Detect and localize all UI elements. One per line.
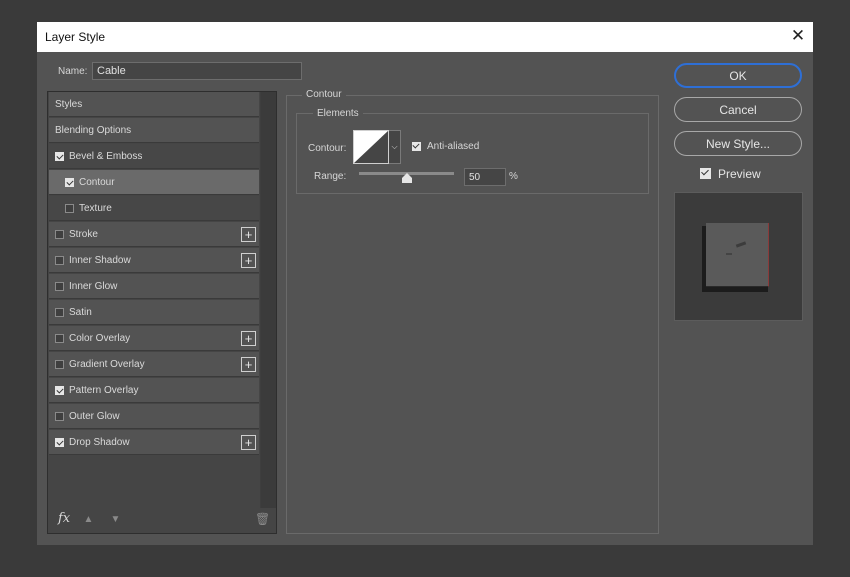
style-item-color-overlay[interactable]: Color Overlay + [49, 326, 259, 351]
style-checkbox[interactable] [65, 203, 74, 213]
preview-tile [706, 223, 769, 287]
window-title: Layer Style [45, 30, 106, 44]
style-item-label: Blending Options [55, 124, 132, 136]
panel-title: Contour [302, 89, 346, 100]
style-checkbox[interactable] [55, 359, 64, 369]
ok-button[interactable]: OK [674, 63, 802, 88]
anti-aliased-label: Anti-aliased [427, 141, 480, 152]
add-effect-icon[interactable]: + [241, 227, 256, 242]
elements-group-title: Elements [313, 108, 363, 119]
style-item-outer-glow[interactable]: Outer Glow [49, 404, 259, 429]
style-checkbox[interactable] [65, 177, 74, 187]
style-checkbox[interactable] [55, 411, 64, 421]
style-item-label: Inner Glow [69, 280, 118, 292]
style-item-label: Color Overlay [69, 332, 131, 344]
add-effect-icon[interactable]: + [241, 435, 256, 450]
layer-style-dialog: Layer Style ✕ Name: Styles Blending Optio… [37, 22, 813, 545]
cancel-button[interactable]: Cancel [674, 97, 802, 122]
style-item-contour[interactable]: Contour [49, 170, 259, 195]
style-item-pattern-overlay[interactable]: Pattern Overlay [49, 378, 259, 403]
style-item-gradient-overlay[interactable]: Gradient Overlay + [49, 352, 259, 377]
move-up-icon[interactable]: ▲ [83, 514, 94, 525]
style-item-label: Satin [69, 306, 92, 318]
close-icon[interactable]: ✕ [789, 26, 807, 45]
range-input[interactable] [464, 168, 506, 186]
styles-list: Styles Blending Options Bevel & Emboss Cont… [47, 91, 277, 534]
preview-label: Preview [718, 167, 761, 181]
range-slider-thumb[interactable] [401, 173, 413, 183]
style-checkbox[interactable] [55, 385, 64, 395]
styles-scrollbar[interactable] [260, 92, 276, 508]
style-item-label: Stroke [69, 228, 98, 240]
style-item-label: Gradient Overlay [69, 358, 145, 370]
style-checkbox[interactable] [55, 255, 64, 265]
contour-label: Contour: [308, 143, 347, 154]
style-item-texture[interactable]: Texture [49, 196, 259, 221]
style-item-blending-options[interactable]: Blending Options [49, 118, 259, 143]
style-checkbox[interactable] [55, 229, 64, 239]
style-checkbox[interactable] [55, 151, 64, 161]
add-effect-icon[interactable]: + [241, 357, 256, 372]
style-item-styles[interactable]: Styles [49, 92, 259, 117]
name-label: Name: [58, 66, 88, 77]
style-item-label: Outer Glow [69, 410, 120, 422]
style-item-label: Pattern Overlay [69, 384, 139, 396]
style-item-drop-shadow[interactable]: Drop Shadow + [49, 430, 259, 455]
style-item-label: Texture [79, 202, 112, 214]
style-checkbox[interactable] [55, 333, 64, 343]
move-down-icon[interactable]: ▼ [110, 514, 121, 525]
style-item-label: Bevel & Emboss [69, 150, 143, 162]
trash-icon[interactable]: 🗑 [255, 512, 270, 526]
style-checkbox[interactable] [55, 281, 64, 291]
title-bar: Layer Style ✕ [37, 22, 813, 52]
style-item-label: Inner Shadow [69, 254, 131, 266]
style-item-label: Styles [55, 98, 83, 110]
new-style-button[interactable]: New Style... [674, 131, 802, 156]
style-item-inner-shadow[interactable]: Inner Shadow + [49, 248, 259, 273]
style-item-satin[interactable]: Satin [49, 300, 259, 325]
range-unit: % [509, 171, 518, 182]
add-effect-icon[interactable]: + [241, 331, 256, 346]
style-item-label: Contour [79, 176, 115, 188]
range-label: Range: [314, 171, 347, 182]
fx-button[interactable]: fx [58, 511, 70, 526]
style-item-inner-glow[interactable]: Inner Glow [49, 274, 259, 299]
contour-curve-swatch[interactable] [353, 130, 389, 164]
chevron-down-icon[interactable]: ⌵ [389, 130, 401, 164]
style-item-bevel-emboss[interactable]: Bevel & Emboss [49, 144, 259, 169]
styles-footer: fx ▲ ▼ 🗑 [48, 507, 276, 533]
style-checkbox[interactable] [55, 437, 64, 447]
style-item-label: Drop Shadow [69, 436, 130, 448]
add-effect-icon[interactable]: + [241, 253, 256, 268]
name-input[interactable] [92, 62, 302, 80]
preview-checkbox[interactable] [700, 168, 711, 179]
style-item-stroke[interactable]: Stroke + [49, 222, 259, 247]
style-checkbox[interactable] [55, 307, 64, 317]
anti-aliased-checkbox[interactable] [412, 142, 421, 151]
